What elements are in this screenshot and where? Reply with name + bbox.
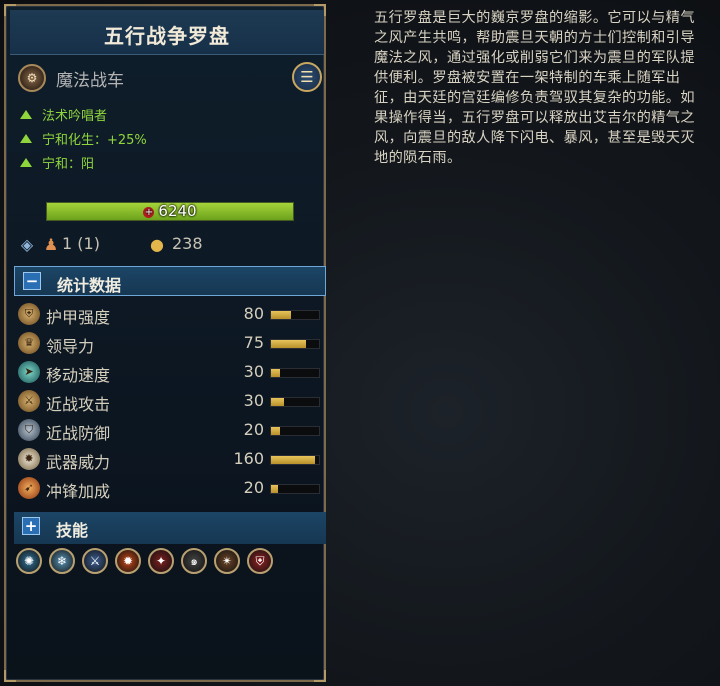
unit-meta-row: ◈ ♟ 1 (1) ● 238 — [16, 232, 320, 258]
unit-description: 五行罗盘是巨大的巍京罗盘的缩影。它可以与精气之风产生共鸣，帮助震旦天朝的方士们控… — [374, 10, 695, 166]
fire-icon[interactable]: ✹ — [115, 548, 141, 574]
shield-emblem-icon[interactable]: ⛨ — [247, 548, 273, 574]
weapon-strength-icon: ✸ — [18, 448, 40, 470]
unit-name-title: 五行战争罗盘 — [104, 24, 230, 48]
traits-list: 法术吟唱者 宁和化生：+25% 宁和：阳 — [20, 102, 147, 174]
explosion-icon[interactable]: ✴ — [214, 548, 240, 574]
stat-bar-fill — [271, 311, 292, 319]
stat-bar — [270, 339, 320, 349]
stat-bar — [270, 310, 320, 320]
unit-type-label: 魔法战车 — [56, 71, 124, 91]
stat-bar-fill — [271, 456, 316, 464]
trait-label: 法术吟唱者 — [42, 108, 108, 124]
trait-item[interactable]: 宁和化生：+25% — [20, 126, 147, 150]
trait-item[interactable]: 法术吟唱者 — [20, 102, 147, 126]
speed-icon: ➤ — [18, 361, 40, 383]
trait-label: 宁和：阳 — [42, 156, 95, 172]
stats-section-header[interactable]: − 统计数据 — [14, 266, 326, 296]
panel-corner-ornament — [314, 670, 326, 682]
expand-toggle-button[interactable]: + — [22, 517, 40, 535]
stat-bar — [270, 397, 320, 407]
stat-value: 30 — [243, 391, 264, 410]
stat-label: 近战防御 — [46, 424, 111, 443]
stat-row[interactable]: ➤ 移动速度 30 — [16, 358, 322, 387]
spiral-icon[interactable]: ๑ — [181, 548, 207, 574]
stat-row[interactable]: ⛨ 护甲强度 80 — [16, 300, 322, 329]
stat-bar-fill — [271, 369, 280, 377]
stat-bar — [270, 426, 320, 436]
stat-bar — [270, 455, 320, 465]
stat-row[interactable]: ⛉ 近战防御 20 — [16, 416, 322, 445]
armor-icon: ⛨ — [18, 303, 40, 325]
stat-bar-fill — [271, 340, 306, 348]
stat-value: 75 — [243, 333, 264, 352]
trait-up-icon — [20, 133, 32, 143]
stat-value: 20 — [243, 420, 264, 439]
unit-type-row: ⚙ 魔法战车 ☰ — [18, 62, 322, 92]
stat-label: 领导力 — [46, 337, 95, 356]
stat-bar-fill — [271, 485, 279, 493]
stat-value: 20 — [243, 478, 264, 497]
melee-attack-icon: ⚔ — [18, 390, 40, 412]
stat-label: 移动速度 — [46, 366, 111, 385]
stat-bar — [270, 368, 320, 378]
health-value: +6240 — [47, 202, 293, 220]
stat-label: 武器威力 — [46, 453, 111, 472]
stat-bar-fill — [271, 398, 285, 406]
trait-up-icon — [20, 109, 32, 119]
stat-value: 160 — [233, 449, 264, 468]
unit-info-panel: 五行战争罗盘 ⚙ 魔法战车 ☰ 法术吟唱者 宁和化生：+25% 宁和：阳 +62… — [4, 4, 326, 682]
collapse-toggle-button[interactable]: − — [23, 272, 41, 290]
health-number: 6240 — [158, 202, 197, 220]
stat-value: 30 — [243, 362, 264, 381]
stat-row[interactable]: ✸ 武器威力 160 — [16, 445, 322, 474]
stat-label: 护甲强度 — [46, 308, 111, 327]
unit-count-icon: ♟ — [43, 235, 59, 254]
panel-corner-ornament — [4, 670, 16, 682]
leadership-icon: ♛ — [18, 332, 40, 354]
stat-value: 80 — [243, 304, 264, 323]
blood-icon[interactable]: ✦ — [148, 548, 174, 574]
trait-label: 宁和化生：+25% — [42, 132, 147, 148]
stat-label: 近战攻击 — [46, 395, 111, 414]
experience-chevron-icon[interactable]: ◈ — [16, 234, 38, 256]
ward-icon[interactable]: ✺ — [16, 548, 42, 574]
stat-row[interactable]: ⚔ 近战攻击 30 — [16, 387, 322, 416]
stat-label: 冲锋加成 — [46, 482, 111, 501]
upkeep-value: 238 — [172, 234, 203, 253]
stat-bar-fill — [271, 427, 280, 435]
stats-list: ⛨ 护甲强度 80 ♛ 领导力 75 ➤ 移动速度 30 ⚔ 近战攻击 30 ⛉… — [16, 300, 322, 503]
melee-defence-icon: ⛉ — [18, 419, 40, 441]
health-plus-icon: + — [143, 207, 155, 218]
skills-section-header[interactable]: + 技能 — [14, 512, 326, 544]
coin-icon: ● — [150, 235, 164, 254]
section-label: 统计数据 — [57, 276, 122, 295]
unit-count-value: 1 (1) — [62, 234, 100, 253]
health-bar: +6240 — [46, 202, 294, 221]
blade-icon[interactable]: ⚔ — [82, 548, 108, 574]
charge-bonus-icon: ➹ — [18, 477, 40, 499]
trait-item[interactable]: 宁和：阳 — [20, 150, 147, 174]
chariot-icon: ⚙ — [18, 64, 46, 92]
trait-up-icon — [20, 157, 32, 167]
section-label: 技能 — [56, 521, 89, 540]
frost-icon[interactable]: ❄ — [49, 548, 75, 574]
panel-header: 五行战争罗盘 — [10, 10, 324, 55]
stat-bar — [270, 484, 320, 494]
stat-row[interactable]: ♛ 领导力 75 — [16, 329, 322, 358]
skills-row: ✺ ❄ ⚔ ✹ ✦ ๑ ✴ ⛨ — [16, 548, 322, 578]
stat-row[interactable]: ➹ 冲锋加成 20 — [16, 474, 322, 503]
menu-list-icon[interactable]: ☰ — [292, 62, 322, 92]
